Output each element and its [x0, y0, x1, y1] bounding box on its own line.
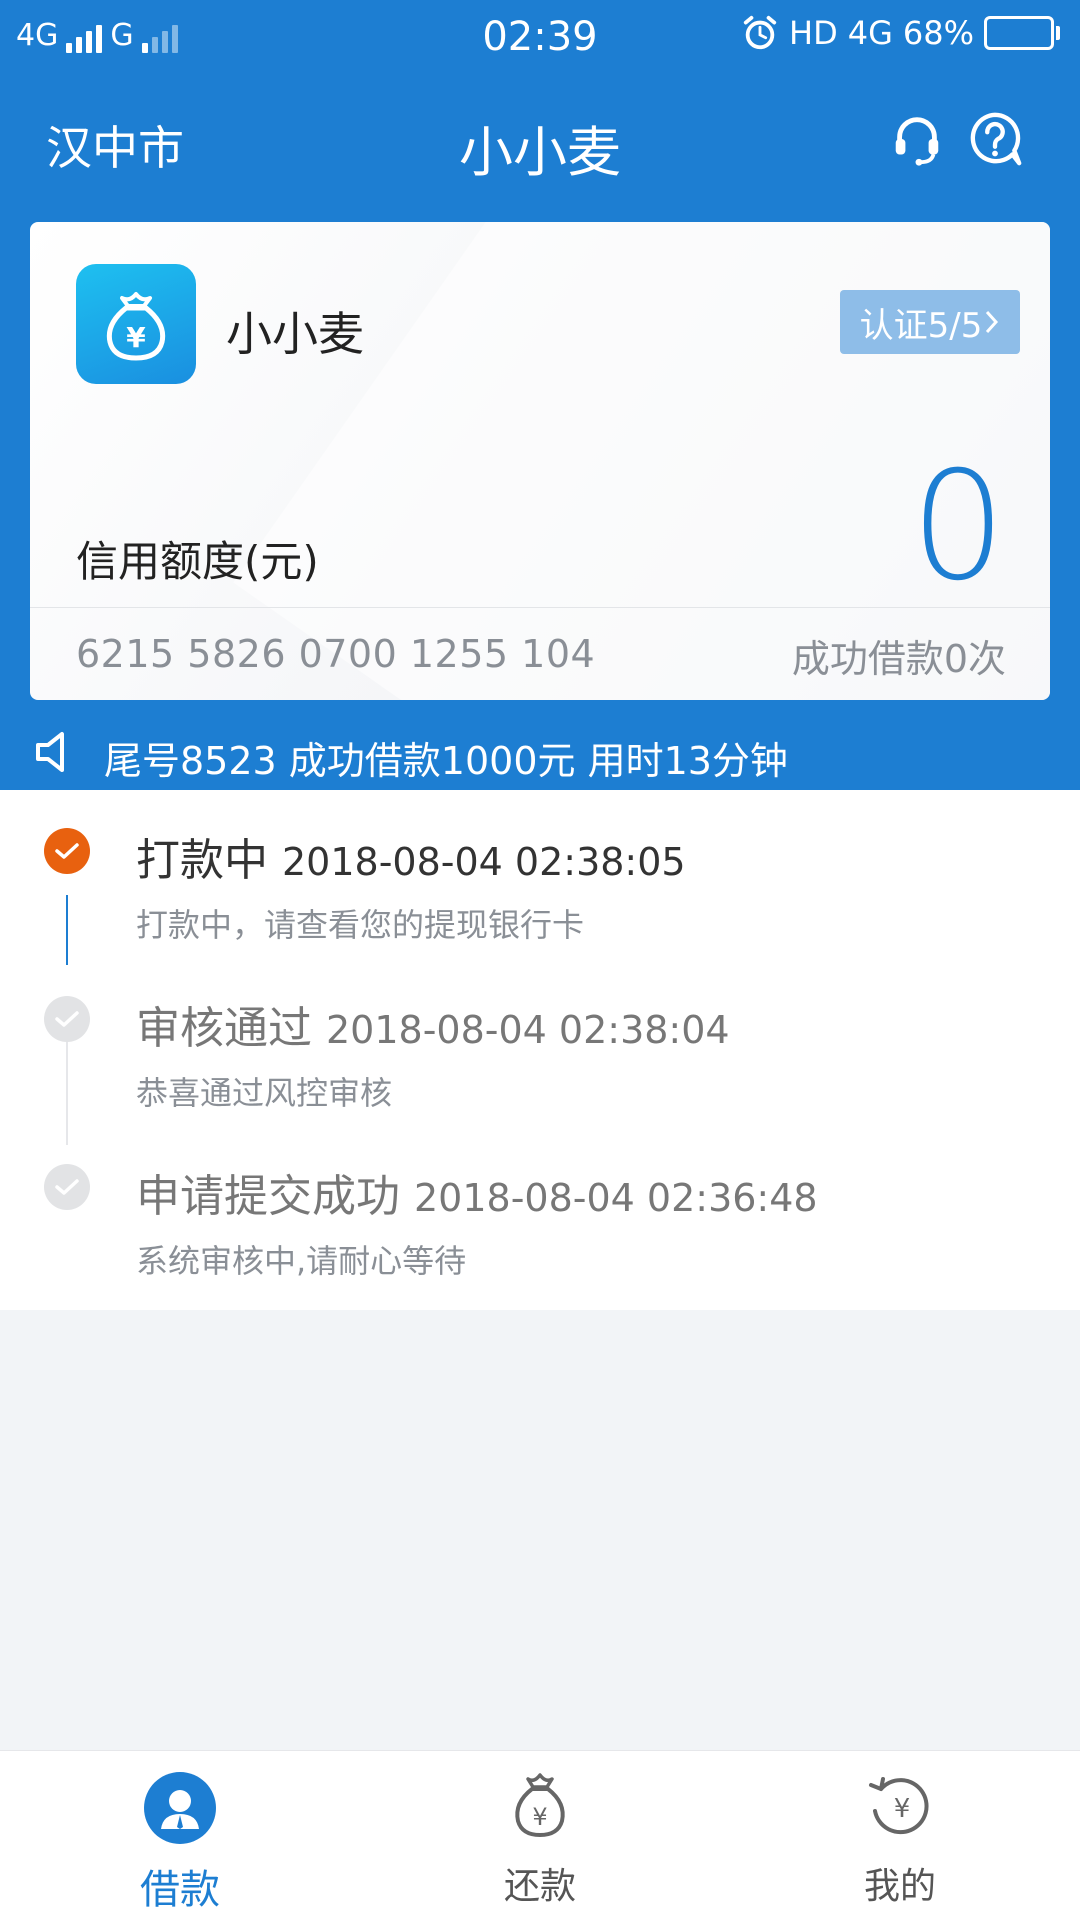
hd-indicator: HD: [789, 14, 838, 52]
notice-bar: 尾号8523 成功借款1000元 用时13分钟: [0, 720, 1080, 790]
step-1-time: 2018-08-04 02:38:05: [282, 840, 686, 884]
nav-repay[interactable]: ¥ 还款: [360, 1751, 720, 1920]
step-active-icon: [44, 828, 90, 874]
nav-borrow-label: 借款: [140, 1867, 220, 1913]
svg-text:¥: ¥: [126, 321, 146, 354]
user-avatar-icon: [144, 1772, 216, 1844]
network-4g-indicator: 4G: [847, 14, 893, 52]
step-1-desc: 打款中，请查看您的提现银行卡: [136, 906, 585, 944]
battery-percent: 68%: [902, 14, 974, 52]
nav-borrow[interactable]: 借款: [0, 1751, 360, 1920]
alarm-icon: [743, 15, 777, 50]
timeline-item-2-title: 审核通过 2018-08-04 02:38:04: [136, 992, 730, 1056]
step-3-time: 2018-08-04 02:36:48: [414, 1176, 818, 1220]
bottom-nav: 借款 ¥ 还款 ¥ 我的: [0, 1750, 1080, 1920]
credit-limit-label: 信用额度(元): [76, 537, 319, 586]
refund-icon: ¥: [869, 1777, 929, 1835]
step-1-name: 打款中: [136, 835, 268, 886]
battery-icon: [984, 16, 1060, 50]
timeline-item-3-title: 申请提交成功 2018-08-04 02:36:48: [136, 1160, 818, 1224]
svg-text:¥: ¥: [532, 1803, 547, 1831]
step-done-icon: [44, 1164, 90, 1210]
loan-count: 成功借款0次: [791, 637, 1006, 681]
chevron-right-icon: [986, 310, 999, 334]
status-bar: 4G G 02:39 HD 4G 68%: [0, 0, 1080, 76]
notice-text: 尾号8523 成功借款1000元 用时13分钟: [104, 739, 788, 783]
money-bag-icon: ¥: [515, 1773, 565, 1838]
credit-card[interactable]: ¥ 小小麦 认证5/5 信用额度(元) 0 6215 5826 0700 125…: [30, 222, 1050, 700]
timeline-connector-active: [66, 895, 68, 965]
timeline-connector: [66, 1035, 68, 1145]
step-3-desc: 系统审核中,请耐心等待: [136, 1242, 467, 1280]
help-icon[interactable]: [966, 110, 1024, 168]
step-2-name: 审核通过: [136, 1003, 312, 1054]
title-bar: 汉中市 小小麦: [0, 90, 1080, 190]
certification-label: 认证5/5: [859, 305, 983, 346]
step-3-name: 申请提交成功: [136, 1171, 400, 1222]
money-bag-icon: ¥: [106, 292, 166, 361]
status-icons: HD 4G 68%: [741, 14, 1060, 52]
step-2-desc: 恭喜通过风控审核: [136, 1074, 393, 1112]
timeline-item-1-title: 打款中 2018-08-04 02:38:05: [136, 824, 686, 888]
credit-limit-value: 0: [910, 440, 1006, 614]
card-app-name: 小小麦: [226, 307, 364, 361]
card-divider: [30, 607, 1050, 608]
nav-mine-label: 我的: [863, 1866, 936, 1907]
bank-card-number: 6215 5826 0700 1255 104: [76, 632, 596, 676]
nav-mine[interactable]: ¥ 我的: [720, 1751, 1080, 1920]
loan-progress-timeline: 打款中 2018-08-04 02:38:05 打款中，请查看您的提现银行卡 审核…: [0, 790, 1080, 1310]
speaker-icon: [36, 732, 64, 772]
step-2-time: 2018-08-04 02:38:04: [326, 1008, 730, 1052]
screen: 4G G 02:39 HD 4G 68% 汉中市 小小麦 ¥ 小小麦 认证5/5…: [0, 0, 1080, 1920]
svg-text:¥: ¥: [894, 1794, 911, 1824]
step-done-icon: [44, 996, 90, 1042]
headset-icon[interactable]: [888, 110, 946, 168]
certification-badge[interactable]: 认证5/5: [840, 290, 1020, 354]
nav-repay-label: 还款: [503, 1866, 576, 1907]
app-logo: ¥: [76, 264, 196, 384]
